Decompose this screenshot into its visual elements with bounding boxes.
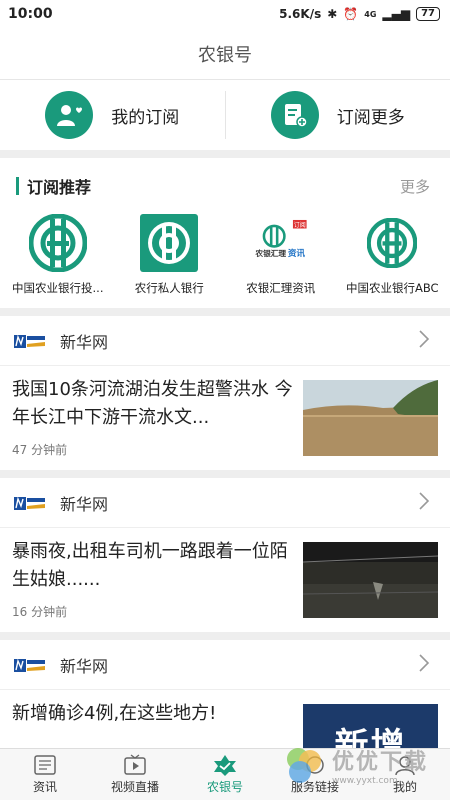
bluetooth-icon: ✱ [327, 7, 338, 21]
tab-video-live[interactable]: 视频直播 [90, 749, 180, 800]
recommend-section: 订阅推荐 更多 中国农业银行投... 农行私人银行 订阅农银汇理 资讯 农银汇理资… [0, 158, 450, 308]
user-heart-icon [45, 91, 94, 139]
chevron-right-icon [418, 329, 430, 353]
watermark: 优优下载 www.yyxt.com [282, 742, 432, 788]
xinhua-logo-icon [14, 334, 45, 348]
alarm-icon: ⏰ [343, 7, 359, 21]
news-source-row[interactable]: 新华网 [0, 478, 450, 528]
my-subscriptions-button[interactable]: 我的订阅 [0, 91, 225, 139]
abc-fund-news-logo-icon: 订阅农银汇理 资讯 [252, 214, 310, 272]
article-text: 我国10条河流湖泊发生超警洪水 今年长江中下游干流水文... 47 分钟前 [12, 376, 293, 458]
recommend-item[interactable]: 订阅农银汇理 资讯 农银汇理资讯 [227, 214, 335, 296]
abc-private-bank-logo-icon [140, 214, 199, 272]
news-source-name: 新华网 [60, 656, 109, 676]
star-badge-icon [214, 755, 236, 776]
news-source-name: 新华网 [60, 332, 109, 352]
recommend-item-label: 农行私人银行 [134, 281, 204, 295]
battery-icon: 77 [416, 7, 440, 21]
news-card: 新华网 我国10条河流湖泊发生超警洪水 今年长江中下游干流水文... 47 分钟… [0, 316, 450, 470]
tab-nongyinhao[interactable]: 农银号 [180, 749, 270, 800]
recommend-more-link[interactable]: 更多 [400, 176, 430, 197]
newspaper-icon [34, 755, 56, 775]
my-subscriptions-label: 我的订阅 [111, 107, 180, 128]
article-title: 我国10条河流湖泊发生超警洪水 今年长江中下游干流水文... [12, 379, 293, 428]
news-source-row[interactable]: 新华网 [0, 640, 450, 690]
recommend-item[interactable]: 农行私人银行 [115, 214, 223, 296]
subscribe-more-button[interactable]: 订阅更多 [226, 91, 450, 139]
xinhua-logo-icon [14, 496, 45, 510]
title-accent-bar [16, 177, 19, 195]
status-time: 10:00 [8, 6, 53, 22]
subscription-bar: 我的订阅 订阅更多 [0, 80, 450, 150]
section-gap [0, 632, 450, 640]
news-article[interactable]: 我国10条河流湖泊发生超警洪水 今年长江中下游干流水文... 47 分钟前 [0, 366, 450, 470]
article-thumbnail [303, 380, 438, 456]
recommend-title: 订阅推荐 [16, 174, 91, 198]
chevron-right-icon [418, 491, 430, 515]
section-gap [0, 308, 450, 316]
tab-news[interactable]: 资讯 [0, 749, 90, 800]
article-text: 暴雨夜,出租车司机一路跟着一位陌生姑娘...... 16 分钟前 [12, 538, 293, 620]
news-source-name: 新华网 [60, 494, 109, 514]
abc-bank-logo-icon [363, 214, 421, 272]
tab-label: 农银号 [206, 780, 243, 794]
signal-icon: ▂▄▆ [382, 7, 411, 21]
status-icons: 5.6K/s ✱ ⏰ 4G ▂▄▆ 77 [279, 7, 440, 21]
article-thumbnail [303, 542, 438, 618]
watermark-sub: www.yyxt.com [332, 776, 398, 786]
watermark-main: 优优下载 [332, 750, 429, 775]
news-card: 新华网 暴雨夜,出租车司机一路跟着一位陌生姑娘...... 16 分钟前 [0, 478, 450, 632]
recommend-item-label: 中国农业银行投... [12, 281, 104, 295]
logo-word-text: 资讯 [288, 248, 306, 259]
network-speed: 5.6K/s [279, 7, 322, 21]
recommend-item[interactable]: 中国农业银行ABC [338, 214, 446, 296]
tv-play-icon [124, 754, 146, 775]
article-time: 16 分钟前 [12, 605, 68, 619]
news-source-row[interactable]: 新华网 [0, 316, 450, 366]
logo-brand-text: 农银汇理 [254, 248, 286, 258]
tab-label: 视频直播 [110, 780, 159, 794]
page-title: 农银号 [0, 28, 450, 80]
recommend-list: 中国农业银行投... 农行私人银行 订阅农银汇理 资讯 农银汇理资讯 中国农业银行… [0, 214, 450, 296]
article-time: 47 分钟前 [12, 443, 68, 457]
chevron-right-icon [418, 653, 430, 677]
section-gap [0, 470, 450, 478]
logo-tag-text: 订阅 [294, 221, 306, 229]
news-article[interactable]: 暴雨夜,出租车司机一路跟着一位陌生姑娘...... 16 分钟前 [0, 528, 450, 632]
section-gap [0, 150, 450, 158]
abc-bank-logo-icon [28, 214, 87, 272]
article-title: 暴雨夜,出租车司机一路跟着一位陌生姑娘...... [12, 541, 288, 590]
status-bar: 10:00 5.6K/s ✱ ⏰ 4G ▂▄▆ 77 [0, 0, 450, 28]
recommend-title-text: 订阅推荐 [27, 178, 92, 197]
tab-label: 资讯 [32, 780, 57, 794]
watermark-logo-icon [287, 748, 321, 783]
xinhua-logo-icon [14, 658, 45, 672]
recommend-item-label: 农银汇理资讯 [246, 281, 316, 295]
article-title: 新增确诊4例,在这些地方! [12, 703, 217, 724]
watermark-text: 优优下载 www.yyxt.com [332, 744, 428, 786]
subscribe-more-label: 订阅更多 [336, 107, 405, 128]
signal-type: 4G [364, 9, 377, 19]
recommend-item[interactable]: 中国农业银行投... [4, 214, 112, 296]
document-add-icon [270, 91, 319, 139]
recommend-header: 订阅推荐 更多 [0, 158, 450, 214]
recommend-item-label: 中国农业银行ABC [345, 281, 439, 295]
